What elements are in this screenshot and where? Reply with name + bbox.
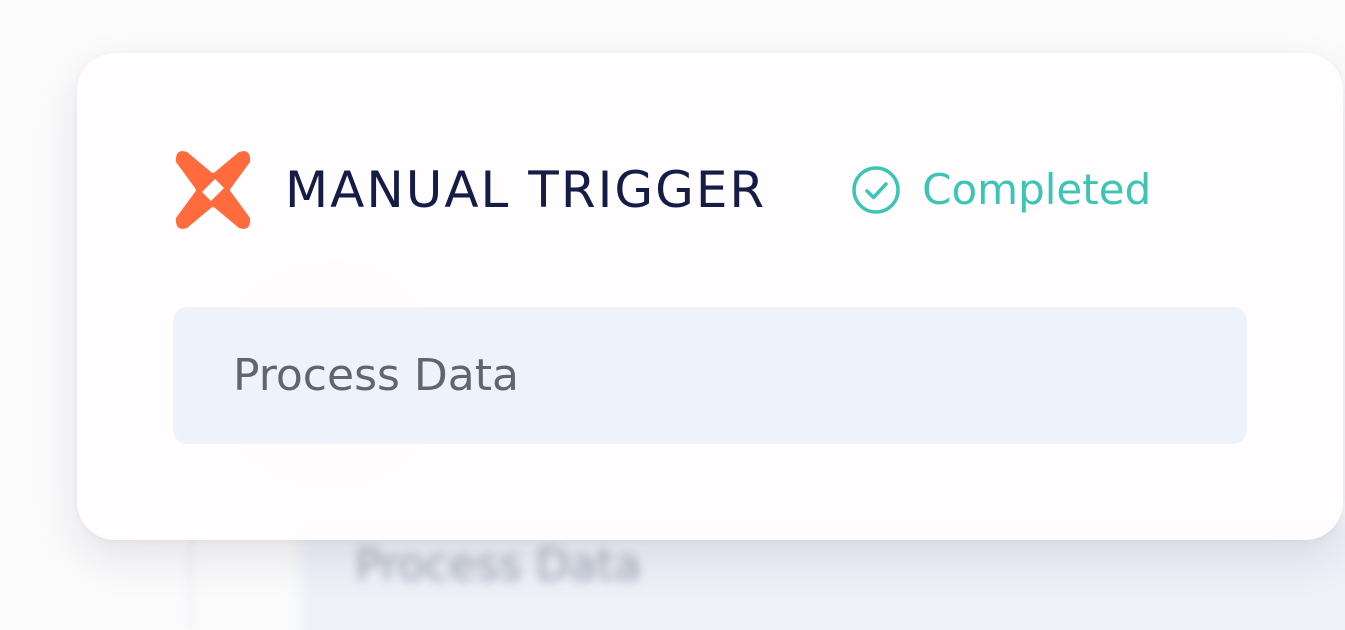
status-label: Completed [922, 165, 1152, 214]
trigger-title: MANUAL TRIGGER [285, 161, 767, 219]
status-indicator: Completed [850, 164, 1151, 216]
background-task-label: Process Data [355, 540, 641, 591]
dbt-logo-icon [175, 151, 251, 229]
check-circle-icon [852, 166, 900, 214]
card-header: MANUAL TRIGGER Completed [173, 149, 1283, 231]
task-item[interactable]: Process Data [173, 307, 1247, 444]
task-label: Process Data [233, 350, 519, 401]
trigger-card[interactable]: MANUAL TRIGGER Completed Process Data [77, 53, 1343, 540]
